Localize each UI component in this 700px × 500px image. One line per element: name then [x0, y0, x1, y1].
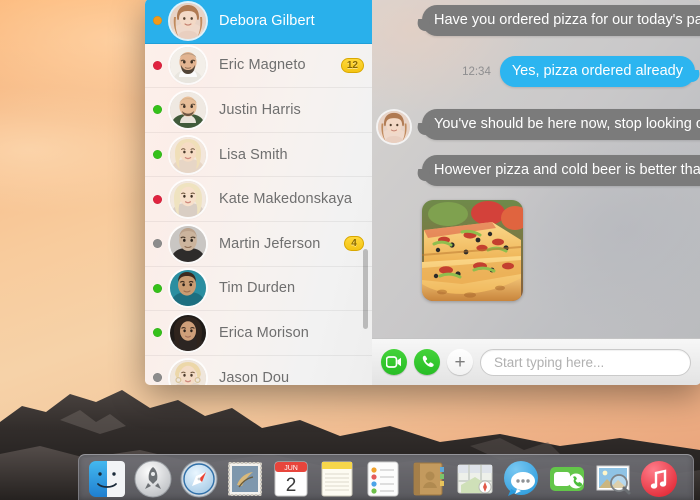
dock-item-finder[interactable]: [87, 459, 127, 499]
video-call-button[interactable]: [381, 349, 407, 375]
contact-name: Justin Harris: [219, 101, 301, 118]
contact-row-martin-jeferson[interactable]: Martin Jeferson 4: [145, 222, 372, 267]
dock-item-facetime[interactable]: [547, 459, 587, 499]
status-dot-busy: [153, 60, 162, 70]
calendar-day: 2: [286, 475, 297, 496]
message-row: [372, 200, 700, 302]
dock-item-calendar[interactable]: JUN 2: [271, 459, 311, 499]
messenger-window: Debora Gilbert Eric Magneto 12 Justin Ha…: [145, 0, 700, 385]
dock-item-messages[interactable]: [501, 459, 541, 499]
message-list: Have you ordered pizza for our today's p…: [372, 0, 700, 338]
calendar-month: JUN: [284, 465, 298, 472]
message-timestamp: 12:34: [462, 65, 491, 78]
contact-row-lisa-smith[interactable]: Lisa Smith: [145, 133, 372, 178]
message-bubble-incoming[interactable]: However pizza and cold beer is better th…: [422, 155, 700, 187]
contact-name: Lisa Smith: [219, 146, 288, 163]
contact-row-kate-makedonskaya[interactable]: Kate Makedonskaya: [145, 177, 372, 222]
avatar-martin: [170, 225, 206, 262]
dock-item-contacts[interactable]: [409, 459, 449, 499]
dock-item-preview[interactable]: [593, 459, 633, 499]
dock[interactable]: JUN 2: [78, 454, 694, 500]
contact-name: Erica Morison: [219, 324, 309, 341]
dock-item-maps[interactable]: [455, 459, 495, 499]
unread-badge: 12: [340, 57, 364, 73]
contact-name: Kate Makedonskaya: [219, 191, 353, 208]
contact-name: Jason Dou: [219, 369, 290, 385]
contact-row-debora-gilbert[interactable]: Debora Gilbert: [145, 0, 372, 44]
conversation-panel: Have you ordered pizza for our today's p…: [372, 0, 700, 385]
contact-row-erica-morison[interactable]: Erica Morison: [145, 311, 372, 356]
status-dot-online: [153, 328, 162, 338]
status-dot-online: [153, 150, 162, 160]
contact-row-justin-harris[interactable]: Justin Harris: [145, 88, 372, 133]
contact-name: Martin Jeferson: [219, 235, 321, 252]
video-camera-icon: [386, 356, 401, 368]
message-input[interactable]: Start typing here...: [480, 348, 691, 376]
message-bubble-outgoing[interactable]: Yes, pizza ordered already: [499, 56, 695, 88]
unread-badge: 4: [344, 236, 364, 252]
status-dot-offline: [153, 373, 162, 383]
message-image-pizza[interactable]: [422, 200, 523, 302]
dock-item-notes[interactable]: [317, 459, 357, 499]
avatar-tim: [170, 270, 206, 307]
attach-button[interactable]: +: [447, 349, 473, 375]
avatar-lisa: [170, 136, 206, 173]
message-row: However pizza and cold beer is better th…: [372, 155, 700, 187]
contact-row-jason-dou[interactable]: Jason Dou: [145, 356, 372, 385]
contact-name: Tim Durden: [219, 280, 296, 297]
avatar-jason: [170, 359, 206, 385]
contact-name: Debora Gilbert: [219, 12, 315, 29]
contact-list-sidebar[interactable]: Debora Gilbert Eric Magneto 12 Justin Ha…: [145, 0, 372, 385]
avatar-kate: [170, 181, 206, 218]
dock-item-reminders[interactable]: [363, 459, 403, 499]
avatar-erica: [170, 314, 206, 351]
message-composer[interactable]: + Start typing here...: [372, 338, 700, 385]
sidebar-scrollbar[interactable]: [363, 249, 368, 329]
message-row: 12:34 Yes, pizza ordered already: [372, 56, 700, 88]
contact-name: Eric Magneto: [219, 57, 306, 74]
dock-item-mail[interactable]: [225, 459, 265, 499]
avatar-justin: [170, 91, 206, 128]
status-dot-online: [153, 105, 162, 115]
message-row: You've should be here now, stop looking …: [372, 109, 700, 144]
contact-row-tim-durden[interactable]: Tim Durden: [145, 267, 372, 312]
dock-item-safari[interactable]: [179, 459, 219, 499]
audio-call-button[interactable]: [414, 349, 440, 375]
message-row: Have you ordered pizza for our today's p…: [372, 5, 700, 37]
message-input-placeholder: Start typing here...: [494, 354, 605, 370]
status-dot-away: [153, 16, 162, 26]
message-bubble-incoming[interactable]: Have you ordered pizza for our today's p…: [422, 5, 700, 37]
contact-row-eric-magneto[interactable]: Eric Magneto 12: [145, 44, 372, 89]
message-bubble-incoming[interactable]: You've should be here now, stop looking …: [422, 109, 700, 141]
avatar-eric: [170, 47, 206, 84]
dock-item-itunes[interactable]: [639, 459, 679, 499]
avatar-debora: [170, 2, 206, 39]
phone-icon: [422, 355, 434, 367]
status-dot-busy: [153, 194, 162, 204]
status-dot-offline: [153, 239, 162, 249]
message-avatar-debora: [378, 111, 410, 144]
dock-item-launchpad[interactable]: [133, 459, 173, 499]
status-dot-online: [153, 283, 162, 293]
